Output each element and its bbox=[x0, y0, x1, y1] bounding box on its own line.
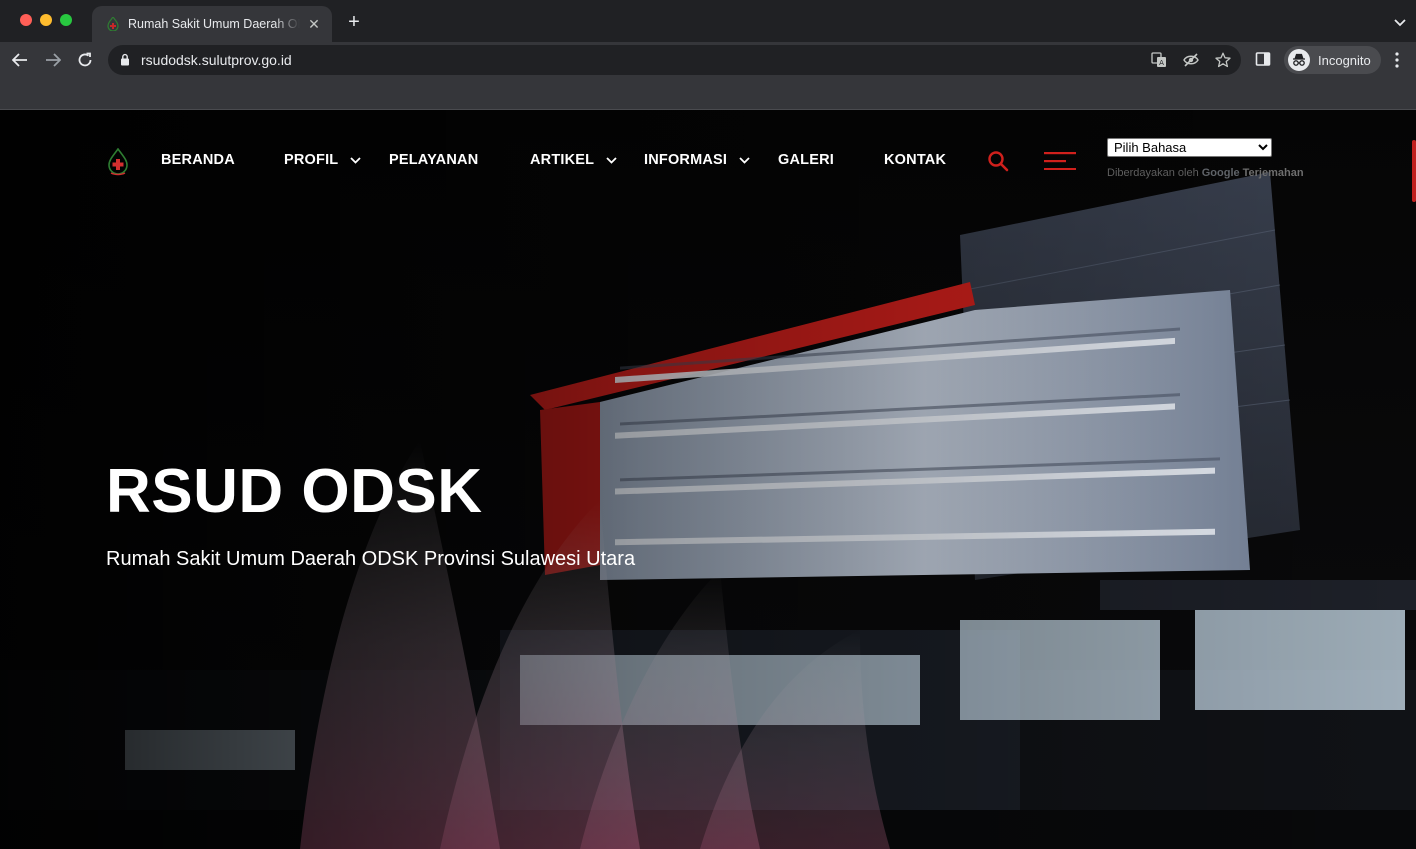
nav-item-label: KONTAK bbox=[884, 152, 947, 168]
side-panel-icon[interactable] bbox=[1255, 51, 1271, 72]
close-window-button[interactable] bbox=[20, 14, 32, 26]
hamburger-menu-icon[interactable] bbox=[1044, 152, 1076, 175]
site-search-icon[interactable] bbox=[987, 150, 1009, 177]
nav-item-label: GALERI bbox=[778, 152, 834, 168]
nav-item-profil[interactable]: PROFIL bbox=[284, 152, 362, 168]
hero-title: RSUD ODSK bbox=[106, 457, 483, 526]
nav-item-galeri[interactable]: GALERI bbox=[778, 152, 834, 168]
new-tab-icon[interactable]: + bbox=[344, 11, 364, 34]
reload-icon[interactable] bbox=[75, 50, 95, 70]
translate-link[interactable]: Terjemahan bbox=[1243, 167, 1304, 179]
minimize-window-button[interactable] bbox=[40, 14, 52, 26]
tab-search-chevron-icon[interactable] bbox=[1394, 14, 1406, 32]
zoom-window-button[interactable] bbox=[60, 14, 72, 26]
browser-menu-kebab-icon[interactable] bbox=[1395, 52, 1399, 73]
site-favicon-icon bbox=[106, 17, 120, 31]
nav-item-label: ARTIKEL bbox=[530, 152, 595, 168]
tab-title: Rumah Sakit Umum Daerah ODSK Provinsi Su… bbox=[128, 17, 300, 31]
url-text: rsudodsk.sulutprov.go.id bbox=[141, 52, 292, 68]
lock-icon[interactable] bbox=[120, 53, 130, 71]
tab-strip: Rumah Sakit Umum Daerah ODSK Provinsi Su… bbox=[0, 0, 1416, 42]
bookmark-star-icon[interactable] bbox=[1215, 52, 1231, 68]
translate-page-icon[interactable]: A bbox=[1151, 52, 1167, 68]
tracking-protection-eye-icon[interactable] bbox=[1183, 52, 1199, 68]
incognito-icon bbox=[1288, 49, 1310, 71]
svg-text:A: A bbox=[1159, 59, 1164, 67]
powered-by-text: Diberdayakan oleh bbox=[1107, 167, 1199, 179]
hero-subtitle: Rumah Sakit Umum Daerah ODSK Provinsi Su… bbox=[106, 548, 636, 570]
nav-item-label: BERANDA bbox=[161, 152, 235, 168]
address-bar[interactable]: rsudodsk.sulutprov.go.id A bbox=[108, 45, 1241, 75]
browser-chrome: Rumah Sakit Umum Daerah ODSK Provinsi Su… bbox=[0, 0, 1416, 110]
nav-item-artikel[interactable]: ARTIKEL bbox=[530, 152, 617, 168]
nav-item-kontak[interactable]: KONTAK bbox=[884, 152, 946, 168]
nav-item-label: PROFIL bbox=[284, 152, 339, 168]
tab-close-icon[interactable]: ✕ bbox=[306, 16, 322, 33]
chevron-down-icon bbox=[739, 156, 750, 164]
bookmarks-bar bbox=[0, 78, 1416, 110]
chevron-down-icon bbox=[350, 156, 362, 164]
chevron-down-icon bbox=[606, 156, 617, 164]
browser-toolbar: rsudodsk.sulutprov.go.id A Incognito bbox=[0, 42, 1416, 78]
incognito-profile-button[interactable]: Incognito bbox=[1284, 46, 1381, 74]
nav-item-pelayanan[interactable]: PELAYANAN bbox=[389, 152, 478, 168]
incognito-label: Incognito bbox=[1318, 52, 1371, 68]
browser-tab-active[interactable]: Rumah Sakit Umum Daerah ODSK Provinsi Su… bbox=[92, 6, 332, 42]
scroll-progress-indicator bbox=[1412, 140, 1416, 202]
nav-item-beranda[interactable]: BERANDA bbox=[161, 152, 235, 168]
google-logo-text: Google bbox=[1201, 167, 1240, 179]
language-select[interactable]: Pilih Bahasa bbox=[1107, 138, 1272, 157]
nav-item-label: INFORMASI bbox=[644, 152, 728, 168]
google-translate-credit: Diberdayakan oleh Google Terjemahan bbox=[1107, 167, 1304, 179]
forward-arrow-icon[interactable] bbox=[43, 50, 63, 70]
nav-item-label: PELAYANAN bbox=[389, 152, 479, 168]
nav-item-informasi[interactable]: INFORMASI bbox=[644, 152, 750, 168]
site-logo-icon[interactable] bbox=[106, 147, 130, 176]
page-viewport: BERANDA PROFIL PELAYANAN ARTIKEL INFORMA… bbox=[0, 110, 1416, 849]
back-arrow-icon[interactable] bbox=[10, 50, 30, 70]
